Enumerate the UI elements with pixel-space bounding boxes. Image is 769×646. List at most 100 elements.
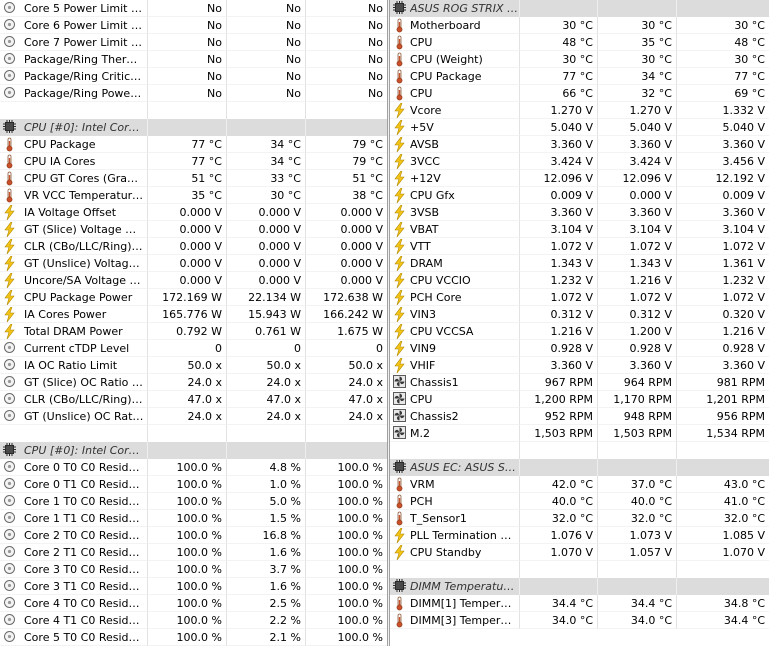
sensor-row[interactable]: GT (Slice) Voltage Offset0.000 V0.000 V0… [0, 221, 387, 238]
current-value: 1,503 RPM [520, 425, 598, 442]
sensor-row[interactable]: DIMM[1] Temperature 34.4 °C 34.4 °C 34.8 °C [390, 595, 769, 612]
sensor-row[interactable]: CLR (CBo/LLC/Ring) O... 47.0 x 47.0 x 47.0 … [0, 391, 387, 408]
sensor-row[interactable]: Core 3 T0 C0 Residency 100.0 % 3.7 % 100.0 … [0, 561, 387, 578]
sensor-row[interactable]: PCH 40.0 °C 40.0 °C 41.0 °C [390, 493, 769, 510]
sensor-row[interactable]: Motherboard 30 °C 30 °C 30 °C [390, 17, 769, 34]
sensor-row[interactable]: CPU Gfx 0.009 V 0.000 V 0.009 V [390, 187, 769, 204]
sensor-row[interactable]: CPU VCCIO 1.232 V 1.216 V 1.232 V [390, 272, 769, 289]
thermometer-icon [393, 52, 408, 67]
sensor-row[interactable]: Core 3 T1 C0 Residency 100.0 % 1.6 % 100.0 … [0, 578, 387, 595]
sensor-row[interactable]: Chassis2 952 RPM 948 RPM 956 RPM [390, 408, 769, 425]
sensor-row[interactable]: VRM 42.0 °C 37.0 °C 43.0 °C [390, 476, 769, 493]
sensor-row[interactable]: Core 0 T1 C0 Residency 100.0 % 1.0 % 100.0 … [0, 476, 387, 493]
lightning-bolt-icon [393, 290, 408, 305]
sensor-row[interactable]: CPU (Weight) 30 °C 30 °C 30 °C [390, 51, 769, 68]
sensor-row[interactable]: CPU IA Cores 77 °C 34 °C 79 °C [0, 153, 387, 170]
sensor-row[interactable]: GT (Slice) OC Ratio Limit24.0 x24.0 x24.… [0, 374, 387, 391]
left-sensor-pane[interactable]: Core 5 Power Limit Ex... No No No Core 6 Pow… [0, 0, 387, 646]
sensor-row[interactable]: Core 4 T1 C0 Residency 100.0 % 2.2 % 100.0 … [0, 612, 387, 629]
current-value: 100.0 % [148, 629, 227, 646]
gauge-circle-icon [3, 341, 18, 356]
sensor-row[interactable]: VIN9 0.928 V 0.928 V 0.928 V [390, 340, 769, 357]
sensor-row[interactable]: CLR (CBo/LLC/Ring) V... 0.000 V 0.000 V 0.0… [0, 238, 387, 255]
sensor-row[interactable]: Core 2 T1 C0 Residency 100.0 % 1.6 % 100.0 … [0, 544, 387, 561]
sensor-row[interactable]: VIN3 0.312 V 0.312 V 0.320 V [390, 306, 769, 323]
minimum-value: 964 RPM [598, 374, 677, 391]
lightning-bolt-icon [393, 120, 408, 135]
sensor-row[interactable]: Core 5 Power Limit Ex... No No No [0, 0, 387, 17]
right-sensor-pane[interactable]: ASUS ROG STRIX Z... Motherboard 30 °C 30 °C… [390, 0, 769, 646]
sensor-row[interactable]: PCH Core 1.072 V 1.072 V 1.072 V [390, 289, 769, 306]
chip-icon [3, 443, 18, 458]
sensor-group-header[interactable]: ASUS ROG STRIX Z... [390, 0, 769, 17]
sensor-row[interactable]: Chassis1 967 RPM 964 RPM 981 RPM [390, 374, 769, 391]
sensor-group-header[interactable]: CPU [#0]: Intel Core i... [0, 119, 387, 136]
sensor-row[interactable]: DIMM[3] Temperature 34.0 °C 34.0 °C 34.4 °C [390, 612, 769, 629]
sensor-row[interactable]: Package/Ring Critical ... No No No [0, 68, 387, 85]
sensor-row[interactable]: GT (Unslice) Voltage O...0.000 V0.000 V0… [0, 255, 387, 272]
sensor-row[interactable]: T_Sensor1 32.0 °C 32.0 °C 32.0 °C [390, 510, 769, 527]
sensor-group-header[interactable]: ASUS EC: ASUS Sys... [390, 459, 769, 476]
sensor-row[interactable]: CPU GT Cores (Graphics) 51 °C33 °C51 °C [0, 170, 387, 187]
sensor-label: VIN9 [410, 342, 436, 355]
sensor-row[interactable]: CPU VCCSA 1.216 V 1.200 V 1.216 V [390, 323, 769, 340]
sensor-row[interactable]: CPU Package 77 °C 34 °C 77 °C [390, 68, 769, 85]
current-value: 100.0 % [148, 578, 227, 595]
sensor-row[interactable]: IA Voltage Offset 0.000 V 0.000 V 0.000 V [0, 204, 387, 221]
sensor-row[interactable]: CPU Package Power 172.169 W 22.134 W 172.63… [0, 289, 387, 306]
sensor-row[interactable]: CPU 1,200 RPM 1,170 RPM 1,201 RPM [390, 391, 769, 408]
maximum-value: 1.070 V [677, 544, 769, 561]
sensor-label: CPU [410, 87, 433, 100]
sensor-row[interactable]: CPU Standby 1.070 V 1.057 V 1.070 V [390, 544, 769, 561]
sensor-row[interactable]: Package/Ring Thermal... No No No [0, 51, 387, 68]
sensor-row[interactable]: Package/Ring Power L... No No No [0, 85, 387, 102]
sensor-row[interactable]: DRAM 1.343 V 1.343 V 1.361 V [390, 255, 769, 272]
sensor-row[interactable]: IA Cores Power 165.776 W 15.943 W 166.242 W [0, 306, 387, 323]
sensor-row[interactable]: +5V 5.040 V 5.040 V 5.040 V [390, 119, 769, 136]
sensor-row[interactable]: 3VSB 3.360 V 3.360 V 3.360 V [390, 204, 769, 221]
maximum-value: 100.0 % [306, 544, 387, 561]
sensor-row[interactable]: +12V 12.096 V 12.096 V 12.192 V [390, 170, 769, 187]
sensor-row[interactable]: Uncore/SA Voltage Of... 0.000 V 0.000 V 0.0… [0, 272, 387, 289]
sensor-row[interactable]: VTT 1.072 V 1.072 V 1.072 V [390, 238, 769, 255]
sensor-label: IA Cores Power [24, 308, 107, 321]
sensor-row[interactable]: Vcore 1.270 V 1.270 V 1.332 V [390, 102, 769, 119]
sensor-row[interactable]: CPU 48 °C 35 °C 48 °C [390, 34, 769, 51]
sensor-row[interactable]: Core 4 T0 C0 Residency 100.0 % 2.5 % 100.0 … [0, 595, 387, 612]
sensor-row[interactable]: Core 5 T0 C0 Residency 100.0 % 2.1 % 100.0 … [0, 629, 387, 646]
minimum-value: 1.6 % [227, 544, 306, 561]
sensor-row[interactable]: Core 1 T1 C0 Residency 100.0 % 1.5 % 100.0 … [0, 510, 387, 527]
chip-icon [3, 120, 18, 135]
maximum-value: 47.0 x [306, 391, 387, 408]
maximum-value: 3.104 V [677, 221, 769, 238]
sensor-row[interactable]: Core 2 T0 C0 Residency 100.0 % 16.8 % 100.0… [0, 527, 387, 544]
minimum-value: 1.072 V [598, 289, 677, 306]
sensor-row[interactable]: CPU 66 °C 32 °C 69 °C [390, 85, 769, 102]
sensor-row[interactable]: GT (Unslice) OC Ratio ... 24.0 x 24.0 x 24.… [0, 408, 387, 425]
sensor-row[interactable]: Current cTDP Level 0 0 0 [0, 340, 387, 357]
minimum-value: 50.0 x [227, 357, 306, 374]
sensor-row[interactable]: CPU Package 77 °C 34 °C 79 °C [0, 136, 387, 153]
sensor-row[interactable]: Total DRAM Power 0.792 W 0.761 W 1.675 W [0, 323, 387, 340]
current-value: 172.169 W [148, 289, 227, 306]
sensor-row[interactable]: AVSB 3.360 V 3.360 V 3.360 V [390, 136, 769, 153]
sensor-row[interactable]: PLL Termination Vol... 1.076 V 1.073 V 1.08… [390, 527, 769, 544]
fan-icon [393, 375, 408, 390]
sensor-group-header[interactable]: DIMM Temperature ... [390, 578, 769, 595]
sensor-label: VTT [410, 240, 431, 253]
sensor-row[interactable]: Core 0 T0 C0 Residency 100.0 % 4.8 % 100.0 … [0, 459, 387, 476]
maximum-value: 981 RPM [677, 374, 769, 391]
lightning-bolt-icon [393, 545, 408, 560]
current-value: 0.000 V [148, 221, 227, 238]
sensor-row[interactable]: IA OC Ratio Limit 50.0 x 50.0 x 50.0 x [0, 357, 387, 374]
sensor-group-header[interactable]: CPU [#0]: Intel Core i... [0, 442, 387, 459]
current-value: 1.072 V [520, 289, 598, 306]
sensor-row[interactable]: VR VCC Temperature ... 35 °C 30 °C 38 °C [0, 187, 387, 204]
sensor-row[interactable]: VBAT 3.104 V 3.104 V 3.104 V [390, 221, 769, 238]
sensor-row[interactable]: 3VCC 3.424 V 3.424 V 3.456 V [390, 153, 769, 170]
sensor-row[interactable]: M.2 1,503 RPM 1,503 RPM 1,534 RPM [390, 425, 769, 442]
sensor-row[interactable]: Core 6 Power Limit Ex... No No No [0, 17, 387, 34]
sensor-row[interactable]: Core 7 Power Limit Ex... No No No [0, 34, 387, 51]
sensor-row[interactable]: Core 1 T0 C0 Residency 100.0 % 5.0 % 100.0 … [0, 493, 387, 510]
sensor-row[interactable]: VHIF 3.360 V 3.360 V 3.360 V [390, 357, 769, 374]
